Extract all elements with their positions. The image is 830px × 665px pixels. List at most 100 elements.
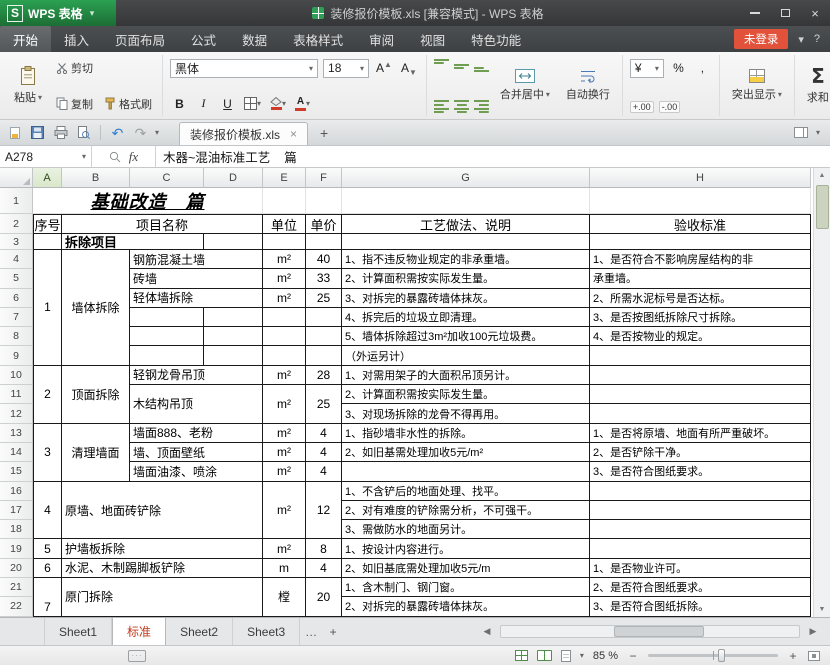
cell-A16[interactable]: 4	[33, 481, 62, 540]
cell-G8[interactable]: 5、墙体拆除超过3m²加收100元垃圾费。	[342, 327, 590, 347]
cell-H1[interactable]	[590, 188, 811, 214]
align-left-button[interactable]	[433, 99, 449, 113]
cell-F11[interactable]: 25	[306, 385, 342, 424]
cell-H4[interactable]: 1、是否符合不影响房屋结构的非	[590, 250, 811, 270]
align-center-button[interactable]	[453, 99, 469, 113]
row-header-15[interactable]: 15	[0, 462, 33, 482]
cell-E7[interactable]	[263, 307, 306, 328]
cell-G1[interactable]	[342, 188, 590, 214]
cell-F5[interactable]: 33	[306, 269, 342, 289]
column-header-B[interactable]: B	[62, 168, 130, 188]
name-box[interactable]: A278 ▾	[0, 146, 92, 167]
full-screen-icon[interactable]	[808, 650, 820, 661]
cell-A1[interactable]: 基础改造 篇	[33, 188, 263, 214]
select-all-corner[interactable]	[0, 168, 33, 188]
cell-E9[interactable]	[263, 346, 306, 366]
cell-F15[interactable]: 4	[306, 462, 342, 482]
cell-G18[interactable]: 3、需做防水的地面另计。	[342, 520, 590, 540]
row-header-14[interactable]: 14	[0, 442, 33, 463]
cell-A4[interactable]: 1	[33, 250, 62, 366]
cell-F16[interactable]: 12	[306, 481, 342, 540]
cell-B20[interactable]: 水泥、木制踢脚板铲除	[62, 558, 263, 579]
vertical-scrollbar[interactable]: ▲ ▼	[813, 168, 830, 617]
percent-style-button[interactable]: %	[669, 59, 688, 77]
cell-B2[interactable]: 项目名称	[62, 214, 263, 234]
cell-E19[interactable]: m²	[263, 539, 306, 559]
print-button[interactable]	[52, 124, 69, 141]
cell-A20[interactable]: 6	[33, 558, 62, 579]
menu-tab-视图[interactable]: 视图	[407, 26, 458, 52]
cell-G5[interactable]: 2、计算面积需按实际发生量。	[342, 269, 590, 289]
row-header-4[interactable]: 4	[0, 250, 33, 270]
bold-button[interactable]: B	[170, 95, 189, 113]
tabsrow-caret-icon[interactable]: ▾	[816, 128, 820, 137]
menu-tab-特色功能[interactable]: 特色功能	[458, 26, 534, 52]
merge-center-button[interactable]: 合并居中 ▾	[495, 67, 555, 104]
cell-E16[interactable]: m²	[263, 481, 306, 540]
cell-G10[interactable]: 1、对需用架子的大面积吊顶另计。	[342, 365, 590, 386]
copy-button[interactable]: 复制	[53, 95, 96, 113]
cell-H12[interactable]	[590, 404, 811, 424]
page-layout-view-icon[interactable]	[536, 650, 552, 661]
undo-button[interactable]: ↶	[109, 124, 126, 141]
cell-D8[interactable]	[204, 327, 263, 347]
cell-H8[interactable]: 4、是否按物业的规定。	[590, 327, 811, 347]
document-tab[interactable]: 装修报价模板.xls ×	[179, 122, 309, 145]
cell-H7[interactable]: 3、是否按图纸拆除尺寸拆除。	[590, 307, 811, 328]
comma-style-button[interactable]: ,	[693, 59, 712, 77]
cell-F14[interactable]: 4	[306, 442, 342, 463]
cell-F3[interactable]	[306, 234, 342, 250]
undo-history-caret-icon[interactable]: ▾	[155, 128, 159, 137]
cell-E11[interactable]: m²	[263, 385, 306, 424]
cell-C15[interactable]: 墙面油漆、喷涂	[130, 462, 263, 482]
cell-C10[interactable]: 轻钢龙骨吊顶	[130, 365, 263, 386]
cell-E1[interactable]	[263, 188, 306, 214]
cell-D3[interactable]	[204, 234, 263, 250]
underline-button[interactable]: U	[218, 95, 237, 113]
row-header-7[interactable]: 7	[0, 307, 33, 328]
cell-G4[interactable]: 1、指不违反物业规定的非承重墙。	[342, 250, 590, 270]
sheet-tab-Sheet2[interactable]: Sheet2	[166, 618, 234, 645]
collapse-ribbon-icon[interactable]: ▾	[798, 33, 804, 46]
page-break-view-icon[interactable]	[560, 649, 571, 662]
cell-C9[interactable]	[130, 346, 204, 366]
cell-H6[interactable]: 2、所需水泥标号是否达标。	[590, 288, 811, 308]
print-preview-button[interactable]	[75, 124, 92, 141]
save-button[interactable]	[29, 124, 46, 141]
cell-F6[interactable]: 25	[306, 288, 342, 308]
menu-tab-表格样式[interactable]: 表格样式	[280, 26, 356, 52]
column-header-G[interactable]: G	[342, 168, 590, 188]
column-header-F[interactable]: F	[306, 168, 342, 188]
cell-C14[interactable]: 墙、顶面壁纸	[130, 442, 263, 463]
font-name-combo[interactable]: 黑体 ▾	[170, 58, 319, 78]
fill-color-button[interactable]: ▾	[268, 95, 288, 113]
align-right-button[interactable]	[473, 99, 489, 113]
number-format-combo[interactable]: ¥ ▾	[629, 58, 664, 78]
increase-decimal-button[interactable]: +.00	[629, 100, 654, 113]
menu-tab-审阅[interactable]: 审阅	[356, 26, 407, 52]
cell-E2[interactable]: 单位	[263, 214, 306, 234]
login-button[interactable]: 未登录	[733, 29, 789, 49]
cell-B19[interactable]: 护墙板拆除	[62, 539, 263, 559]
cell-B3[interactable]: 拆除项目	[62, 234, 204, 250]
cell-F8[interactable]	[306, 327, 342, 347]
font-color-button[interactable]: A ▾	[293, 95, 312, 113]
cell-C5[interactable]: 砖墙	[130, 269, 263, 289]
zoom-slider-thumb[interactable]	[718, 649, 726, 662]
decrease-decimal-button[interactable]: -.00	[658, 100, 681, 113]
cell-H21[interactable]: 2、是否符合图纸要求。	[590, 578, 811, 598]
maximize-button[interactable]	[770, 0, 800, 26]
italic-button[interactable]: I	[194, 95, 213, 113]
grow-font-button[interactable]: A ▲	[374, 59, 394, 77]
cell-F2[interactable]: 单价	[306, 214, 342, 234]
cell-E4[interactable]: m²	[263, 250, 306, 270]
column-header-C[interactable]: C	[130, 168, 204, 188]
row-header-2[interactable]: 2	[0, 214, 33, 234]
scroll-right-button[interactable]: ▶	[804, 626, 822, 637]
cell-G9[interactable]: （外运另计）	[342, 346, 590, 366]
column-header-E[interactable]: E	[263, 168, 306, 188]
cell-H22[interactable]: 3、是否符合图纸拆除。	[590, 597, 811, 617]
cell-G21[interactable]: 1、含木制门、钢门窗。	[342, 578, 590, 598]
cell-C7[interactable]	[130, 307, 204, 328]
cell-G3[interactable]	[342, 234, 590, 250]
